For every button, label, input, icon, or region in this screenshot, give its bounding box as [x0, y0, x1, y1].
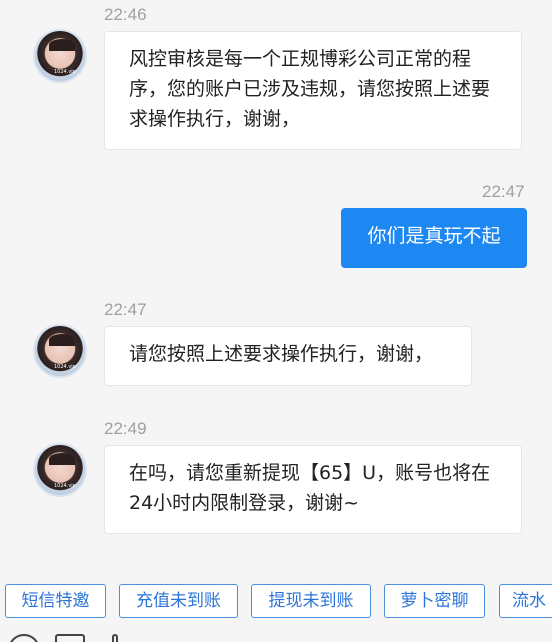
- message-bubble: 你们是真玩不起: [341, 208, 527, 268]
- message-timestamp: 22:49: [104, 419, 147, 438]
- message-bubble: 请您按照上述要求操作执行，谢谢，: [104, 326, 472, 386]
- message-timestamp: 22:46: [104, 5, 147, 24]
- quick-reply-private-chat-button[interactable]: 萝卜密聊: [384, 584, 485, 618]
- input-toolbar: [0, 632, 552, 642]
- quick-reply-flow-button[interactable]: 流水: [499, 584, 552, 618]
- agent-avatar[interactable]: 1024.vip: [33, 29, 87, 83]
- avatar-caption: 1024.vip: [54, 69, 76, 75]
- message-timestamp: 22:47: [482, 182, 525, 201]
- agent-avatar[interactable]: 1024.vip: [33, 324, 87, 378]
- message-timestamp: 22:47: [104, 300, 147, 319]
- agent-avatar[interactable]: 1024.vip: [33, 443, 87, 497]
- quick-reply-invite-button[interactable]: 短信特邀: [5, 584, 106, 618]
- message-bubble: 在吗，请您重新提现【65】U，账号也将在24小时内限制登录，谢谢~: [104, 445, 522, 534]
- quick-reply-withdraw-button[interactable]: 提现未到账: [251, 584, 371, 618]
- message-bubble: 风控审核是每一个正规博彩公司正常的程序，您的账户已涉及违规，请您按照上述要求操作…: [104, 31, 522, 150]
- quick-reply-bar: 短信特邀 充值未到账 提现未到账 萝卜密聊 流水: [0, 574, 552, 642]
- avatar-caption: 1024.vip: [54, 364, 76, 370]
- attachment-icon[interactable]: [112, 634, 118, 642]
- voice-icon[interactable]: [8, 634, 40, 642]
- chat-area: 22:46 1024.vip 风控审核是每一个正规博彩公司正常的程序，您的账户已…: [0, 0, 552, 574]
- keyboard-icon[interactable]: [55, 634, 85, 642]
- quick-reply-deposit-button[interactable]: 充值未到账: [119, 584, 238, 618]
- avatar-caption: 1024.vip: [54, 483, 76, 489]
